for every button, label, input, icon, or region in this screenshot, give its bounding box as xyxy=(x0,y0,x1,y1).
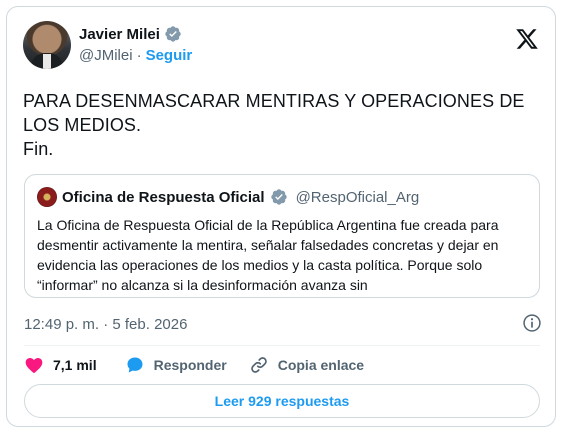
like-button[interactable]: 7,1 mil xyxy=(24,355,97,375)
avatar[interactable] xyxy=(23,21,71,69)
author-handle[interactable]: @JMilei xyxy=(79,47,133,64)
quoted-tweet-header: Oficina de Respuesta Oficial @RespOficia… xyxy=(37,187,419,207)
reply-icon xyxy=(127,357,143,373)
like-count: 7,1 mil xyxy=(53,357,97,373)
heart-icon xyxy=(25,358,43,373)
quoted-avatar xyxy=(37,187,57,207)
reply-label: Responder xyxy=(153,357,227,373)
link-icon xyxy=(250,357,267,373)
reply-button[interactable]: Responder xyxy=(125,355,227,375)
quoted-text: La Oficina de Respuesta Oficial de la Re… xyxy=(37,217,499,293)
tweet-card: Javier Milei @JMilei · Seguir PARA DESEN… xyxy=(6,6,556,427)
tweet-text: PARA DESENMASCARAR MENTIRAS Y OPERACIONE… xyxy=(23,91,525,159)
handle-separator: · xyxy=(136,47,142,64)
copy-link-label: Copia enlace xyxy=(277,357,365,373)
author-name-row: Javier Milei xyxy=(79,25,182,43)
info-icon[interactable] xyxy=(522,313,542,333)
author-display-name[interactable]: Javier Milei xyxy=(79,26,160,43)
verified-icon xyxy=(270,189,287,205)
action-bar: 7,1 mil Responder Copia enlace xyxy=(24,355,386,375)
divider xyxy=(24,345,540,346)
author-handle-row: @JMilei · Seguir xyxy=(79,47,192,64)
avatar-shirt xyxy=(43,54,51,69)
follow-button[interactable]: Seguir xyxy=(146,47,193,64)
timestamp[interactable]: 12:49 p. m. · 5 feb. 2026 xyxy=(24,316,187,333)
quoted-display-name: Oficina de Respuesta Oficial xyxy=(62,188,265,206)
quoted-handle: @RespOficial_Arg xyxy=(295,188,420,206)
copy-link-button[interactable]: Copia enlace xyxy=(249,355,364,375)
read-replies-button[interactable]: Leer 929 respuestas xyxy=(24,384,540,418)
quoted-tweet[interactable]: Oficina de Respuesta Oficial @RespOficia… xyxy=(24,174,540,298)
verified-icon xyxy=(165,26,181,42)
x-logo-icon[interactable] xyxy=(515,27,539,51)
